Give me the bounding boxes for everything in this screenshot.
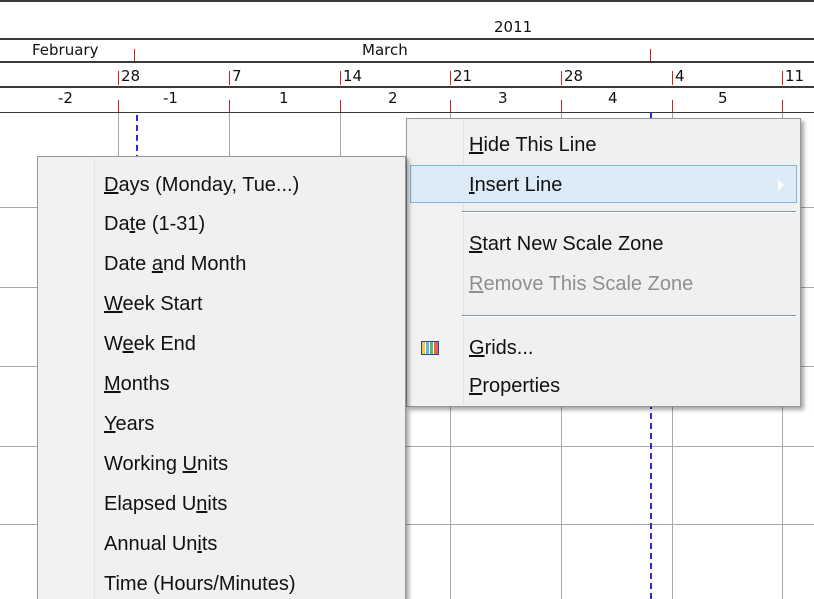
week-number-label: 4 [608,89,618,107]
time-hours-minutes-item[interactable]: Time (Hours/Minutes) [38,565,405,599]
week-tick [672,71,673,85]
week-tick [450,71,451,85]
date-and-month-item[interactable]: Date and Month [38,245,405,283]
week-start-label: 28 [121,67,141,85]
insert-line-item[interactable]: Insert Line [410,165,797,203]
month-label: March [362,41,408,59]
week-start-label: 7 [232,67,242,85]
start-new-scale-zone-item[interactable]: Start New Scale Zone [407,225,800,263]
annual-units-item[interactable]: Annual Units [38,525,405,563]
elapsed-units-item[interactable]: Elapsed Units [38,485,405,523]
months-item[interactable]: Months [38,365,405,403]
properties-item[interactable]: Properties [407,367,800,405]
week-tick [118,100,119,112]
week-start-label: 11 [785,67,805,85]
week-tick [229,100,230,112]
context-menu: Hide This Line Insert Line Start New Sca… [406,118,801,407]
working-units-item[interactable]: Working Units [38,445,405,483]
days-item[interactable]: Days (Monday, Tue...) [38,166,405,204]
week-tick [782,100,783,112]
week-number-label: 3 [498,89,508,107]
remove-this-scale-zone-item: Remove This Scale Zone [469,273,694,295]
week-tick [782,71,783,85]
week-start-item[interactable]: Week Start [38,285,405,323]
week-tick [561,71,562,85]
month-label: February [32,41,99,59]
week-tick [672,100,673,112]
week-end-item[interactable]: Week End [38,325,405,363]
week-number-label: 2 [388,89,398,107]
week-tick [450,100,451,112]
gantt-chart-view: 2011 February March 28 7 14 21 28 4 11 -… [0,0,814,599]
grids-item[interactable]: Grids... [407,329,800,367]
week-tick [118,71,119,85]
grid-icon [421,341,439,355]
week-number-label: -2 [58,89,73,107]
menu-separator [462,211,796,213]
week-tick [229,71,230,85]
week-start-label: 14 [343,67,363,85]
week-number-label: -1 [163,89,178,107]
submenu-arrow-icon [778,179,784,191]
year-label: 2011 [494,18,533,36]
week-tick [561,100,562,112]
hide-this-line-item[interactable]: Hide This Line [407,126,800,164]
date-item[interactable]: Date (1-31) [38,205,405,243]
week-start-label: 21 [453,67,473,85]
week-number-label: 1 [279,89,289,107]
week-number-label: 5 [718,89,728,107]
week-start-label: 28 [564,67,584,85]
week-tick [340,100,341,112]
week-tick [340,71,341,85]
menu-separator [462,315,796,317]
week-start-label: 4 [675,67,685,85]
years-item[interactable]: Years [38,405,405,443]
insert-line-submenu: Days (Monday, Tue...) Date (1-31) Date a… [37,156,406,599]
